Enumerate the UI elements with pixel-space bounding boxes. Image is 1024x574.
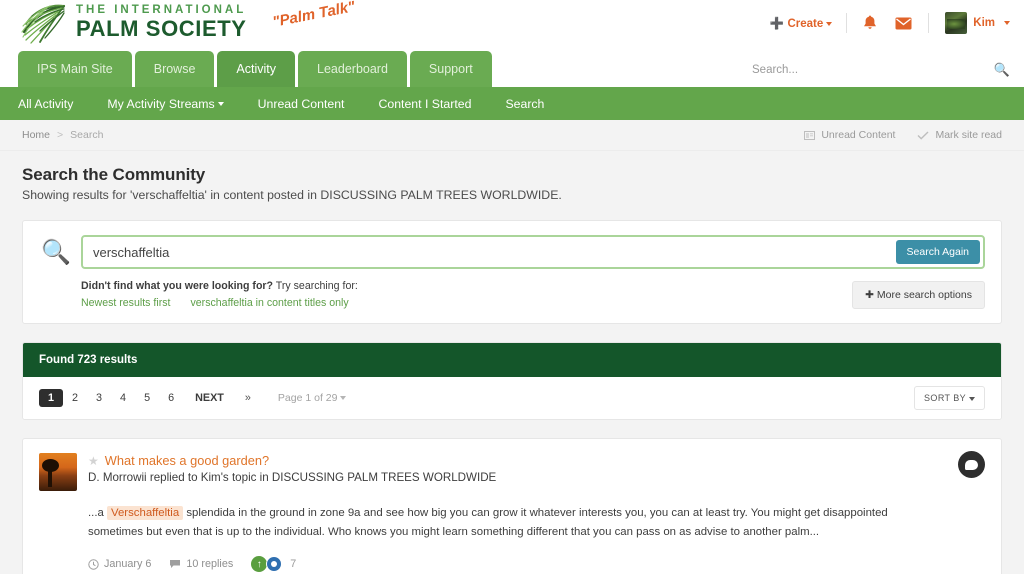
pagination: 1 2 3 4 5 6 NEXT » bbox=[39, 389, 260, 407]
header-search: 🔍 bbox=[750, 60, 1010, 81]
page-2-button[interactable]: 2 bbox=[63, 389, 87, 407]
pagination-bar: 1 2 3 4 5 6 NEXT » Page 1 of 29 SORT BY bbox=[23, 377, 1001, 419]
create-button[interactable]: ➕ Create bbox=[770, 16, 846, 30]
search-hint-bold: Didn't find what you were looking for? bbox=[81, 280, 274, 292]
bell-icon[interactable] bbox=[863, 15, 877, 31]
search-panel: 🔍 Search Again Didn't find what you were… bbox=[22, 220, 1002, 324]
search-hint: Didn't find what you were looking for? T… bbox=[81, 279, 852, 294]
tab-ips-main-site[interactable]: IPS Main Site bbox=[18, 51, 132, 87]
result-reactions[interactable]: ↑ 7 bbox=[251, 556, 296, 572]
site-header: THE INTERNATIONAL PALM SOCIETY "Palm Tal… bbox=[0, 0, 1024, 48]
search-hint-rest: Try searching for: bbox=[273, 280, 358, 292]
search-input[interactable] bbox=[750, 60, 988, 80]
header-actions: ➕ Create Kim bbox=[770, 12, 1010, 34]
tab-support[interactable]: Support bbox=[409, 51, 492, 87]
chevron-down-icon bbox=[340, 396, 347, 401]
search-again-button[interactable]: Search Again bbox=[895, 240, 980, 264]
page-3-button[interactable]: 3 bbox=[87, 389, 111, 407]
primary-nav: IPS Main Site Browse Activity Leaderboar… bbox=[0, 48, 1024, 87]
unread-content-link[interactable]: Unread Content bbox=[804, 129, 895, 141]
subnav-search[interactable]: Search bbox=[505, 97, 561, 111]
check-icon bbox=[917, 130, 929, 140]
more-search-options-label: More search options bbox=[876, 289, 972, 301]
plus-icon: ➕ bbox=[769, 18, 785, 30]
subnav-all-activity[interactable]: All Activity bbox=[18, 97, 90, 111]
excerpt-pre: ...a bbox=[88, 507, 107, 519]
page-4-button[interactable]: 4 bbox=[111, 389, 135, 407]
page-6-button[interactable]: 6 bbox=[159, 389, 183, 407]
subnav-my-activity-streams[interactable]: My Activity Streams bbox=[107, 97, 240, 111]
next-page-button[interactable]: NEXT bbox=[183, 389, 236, 407]
chevron-down-icon bbox=[1004, 21, 1010, 25]
result-title-label: What makes a good garden? bbox=[104, 453, 270, 468]
result-date: January 6 bbox=[88, 558, 151, 570]
star-icon[interactable]: ★ bbox=[88, 454, 99, 468]
clock-icon bbox=[88, 558, 99, 570]
results-panel: Found 723 results 1 2 3 4 5 6 NEXT » Pag… bbox=[22, 342, 1002, 420]
result-title-link[interactable]: ★ What makes a good garden? bbox=[88, 453, 985, 468]
result-date-label: January 6 bbox=[104, 558, 152, 570]
upvote-reaction-icon: ↑ bbox=[251, 556, 268, 572]
page-subtitle: Showing results for 'verschaffeltia' in … bbox=[22, 188, 562, 202]
site-logo[interactable]: THE INTERNATIONAL PALM SOCIETY "Palm Tal… bbox=[14, 0, 357, 46]
excerpt-post: splendida in the ground in zone 9a and s… bbox=[88, 507, 888, 538]
subnav-unread-content[interactable]: Unread Content bbox=[258, 97, 362, 111]
chevron-down-icon bbox=[217, 102, 224, 107]
palm-leaf-icon bbox=[21, 4, 66, 44]
result-excerpt: ...a Verschaffeltia splendida in the gro… bbox=[88, 504, 985, 542]
logo-line-2: PALM SOCIETY bbox=[76, 16, 247, 41]
page-title: Search the Community bbox=[22, 165, 206, 184]
more-search-options-button[interactable]: ✚ More search options bbox=[852, 281, 985, 309]
like-reaction-icon bbox=[266, 556, 283, 572]
page-selector[interactable]: Page 1 of 29 bbox=[278, 392, 347, 404]
secondary-nav: All Activity My Activity Streams Unread … bbox=[0, 87, 1024, 120]
comment-bubble-icon bbox=[958, 451, 985, 478]
excerpt-highlight: Verschaffeltia bbox=[107, 506, 184, 520]
mark-site-read-link[interactable]: Mark site read bbox=[917, 129, 1002, 141]
page-selector-label: Page 1 of 29 bbox=[277, 392, 338, 404]
tab-browse[interactable]: Browse bbox=[134, 51, 215, 87]
mark-site-read-label: Mark site read bbox=[935, 129, 1002, 141]
results-count-bar: Found 723 results bbox=[23, 343, 1001, 377]
user-menu[interactable]: Kim bbox=[929, 12, 1010, 34]
search-icon[interactable]: 🔍 bbox=[988, 62, 1010, 78]
page-5-button[interactable]: 5 bbox=[135, 389, 159, 407]
avatar bbox=[945, 12, 968, 34]
result-replies-label: 10 replies bbox=[186, 558, 234, 570]
search-icon[interactable]: 🔍 bbox=[39, 238, 73, 267]
search-result-item[interactable]: ★ What makes a good garden? D. Morrowii … bbox=[22, 438, 1002, 574]
tab-leaderboard[interactable]: Leaderboard bbox=[298, 51, 407, 87]
sort-by-label: SORT BY bbox=[924, 393, 966, 403]
search-field: Search Again bbox=[81, 235, 985, 269]
tab-activity[interactable]: Activity bbox=[217, 51, 296, 87]
search-query-input[interactable] bbox=[83, 244, 896, 260]
page-1-button[interactable]: 1 bbox=[39, 389, 64, 407]
subnav-content-i-started[interactable]: Content I Started bbox=[378, 97, 488, 111]
reaction-count-label: 7 bbox=[290, 558, 297, 570]
envelope-icon[interactable] bbox=[895, 17, 912, 30]
unread-content-icon bbox=[804, 130, 816, 140]
link-titles-only[interactable]: verschaffeltia in content titles only bbox=[190, 297, 348, 309]
result-meta: D. Morrowii replied to Kim's topic in DI… bbox=[88, 471, 497, 484]
palmtalk-badge: "Palm Talk" bbox=[271, 0, 357, 31]
page-header: Search the Community Showing results for… bbox=[0, 151, 1024, 202]
breadcrumb-separator: > bbox=[57, 129, 64, 141]
breadcrumb-current: Search bbox=[70, 129, 104, 141]
sort-by-button[interactable]: SORT BY bbox=[914, 386, 985, 410]
plus-icon: ✚ bbox=[865, 289, 874, 301]
avatar bbox=[39, 453, 77, 491]
result-footer: January 6 10 replies ↑ 7 bbox=[88, 556, 985, 572]
link-newest-results-first[interactable]: Newest results first bbox=[81, 297, 170, 309]
last-page-button[interactable]: » bbox=[236, 389, 260, 407]
chevron-down-icon bbox=[969, 396, 975, 401]
breadcrumb: Home > Search Unread Content Mark site r… bbox=[0, 120, 1024, 151]
result-replies: 10 replies bbox=[169, 558, 233, 570]
subnav-my-activity-streams-label: My Activity Streams bbox=[107, 96, 215, 111]
chevron-down-icon bbox=[826, 21, 833, 26]
comment-icon bbox=[170, 560, 181, 568]
unread-content-label: Unread Content bbox=[821, 129, 896, 141]
breadcrumb-home[interactable]: Home bbox=[22, 129, 50, 141]
user-name-label: Kim bbox=[973, 17, 995, 29]
create-label: Create bbox=[787, 18, 824, 30]
